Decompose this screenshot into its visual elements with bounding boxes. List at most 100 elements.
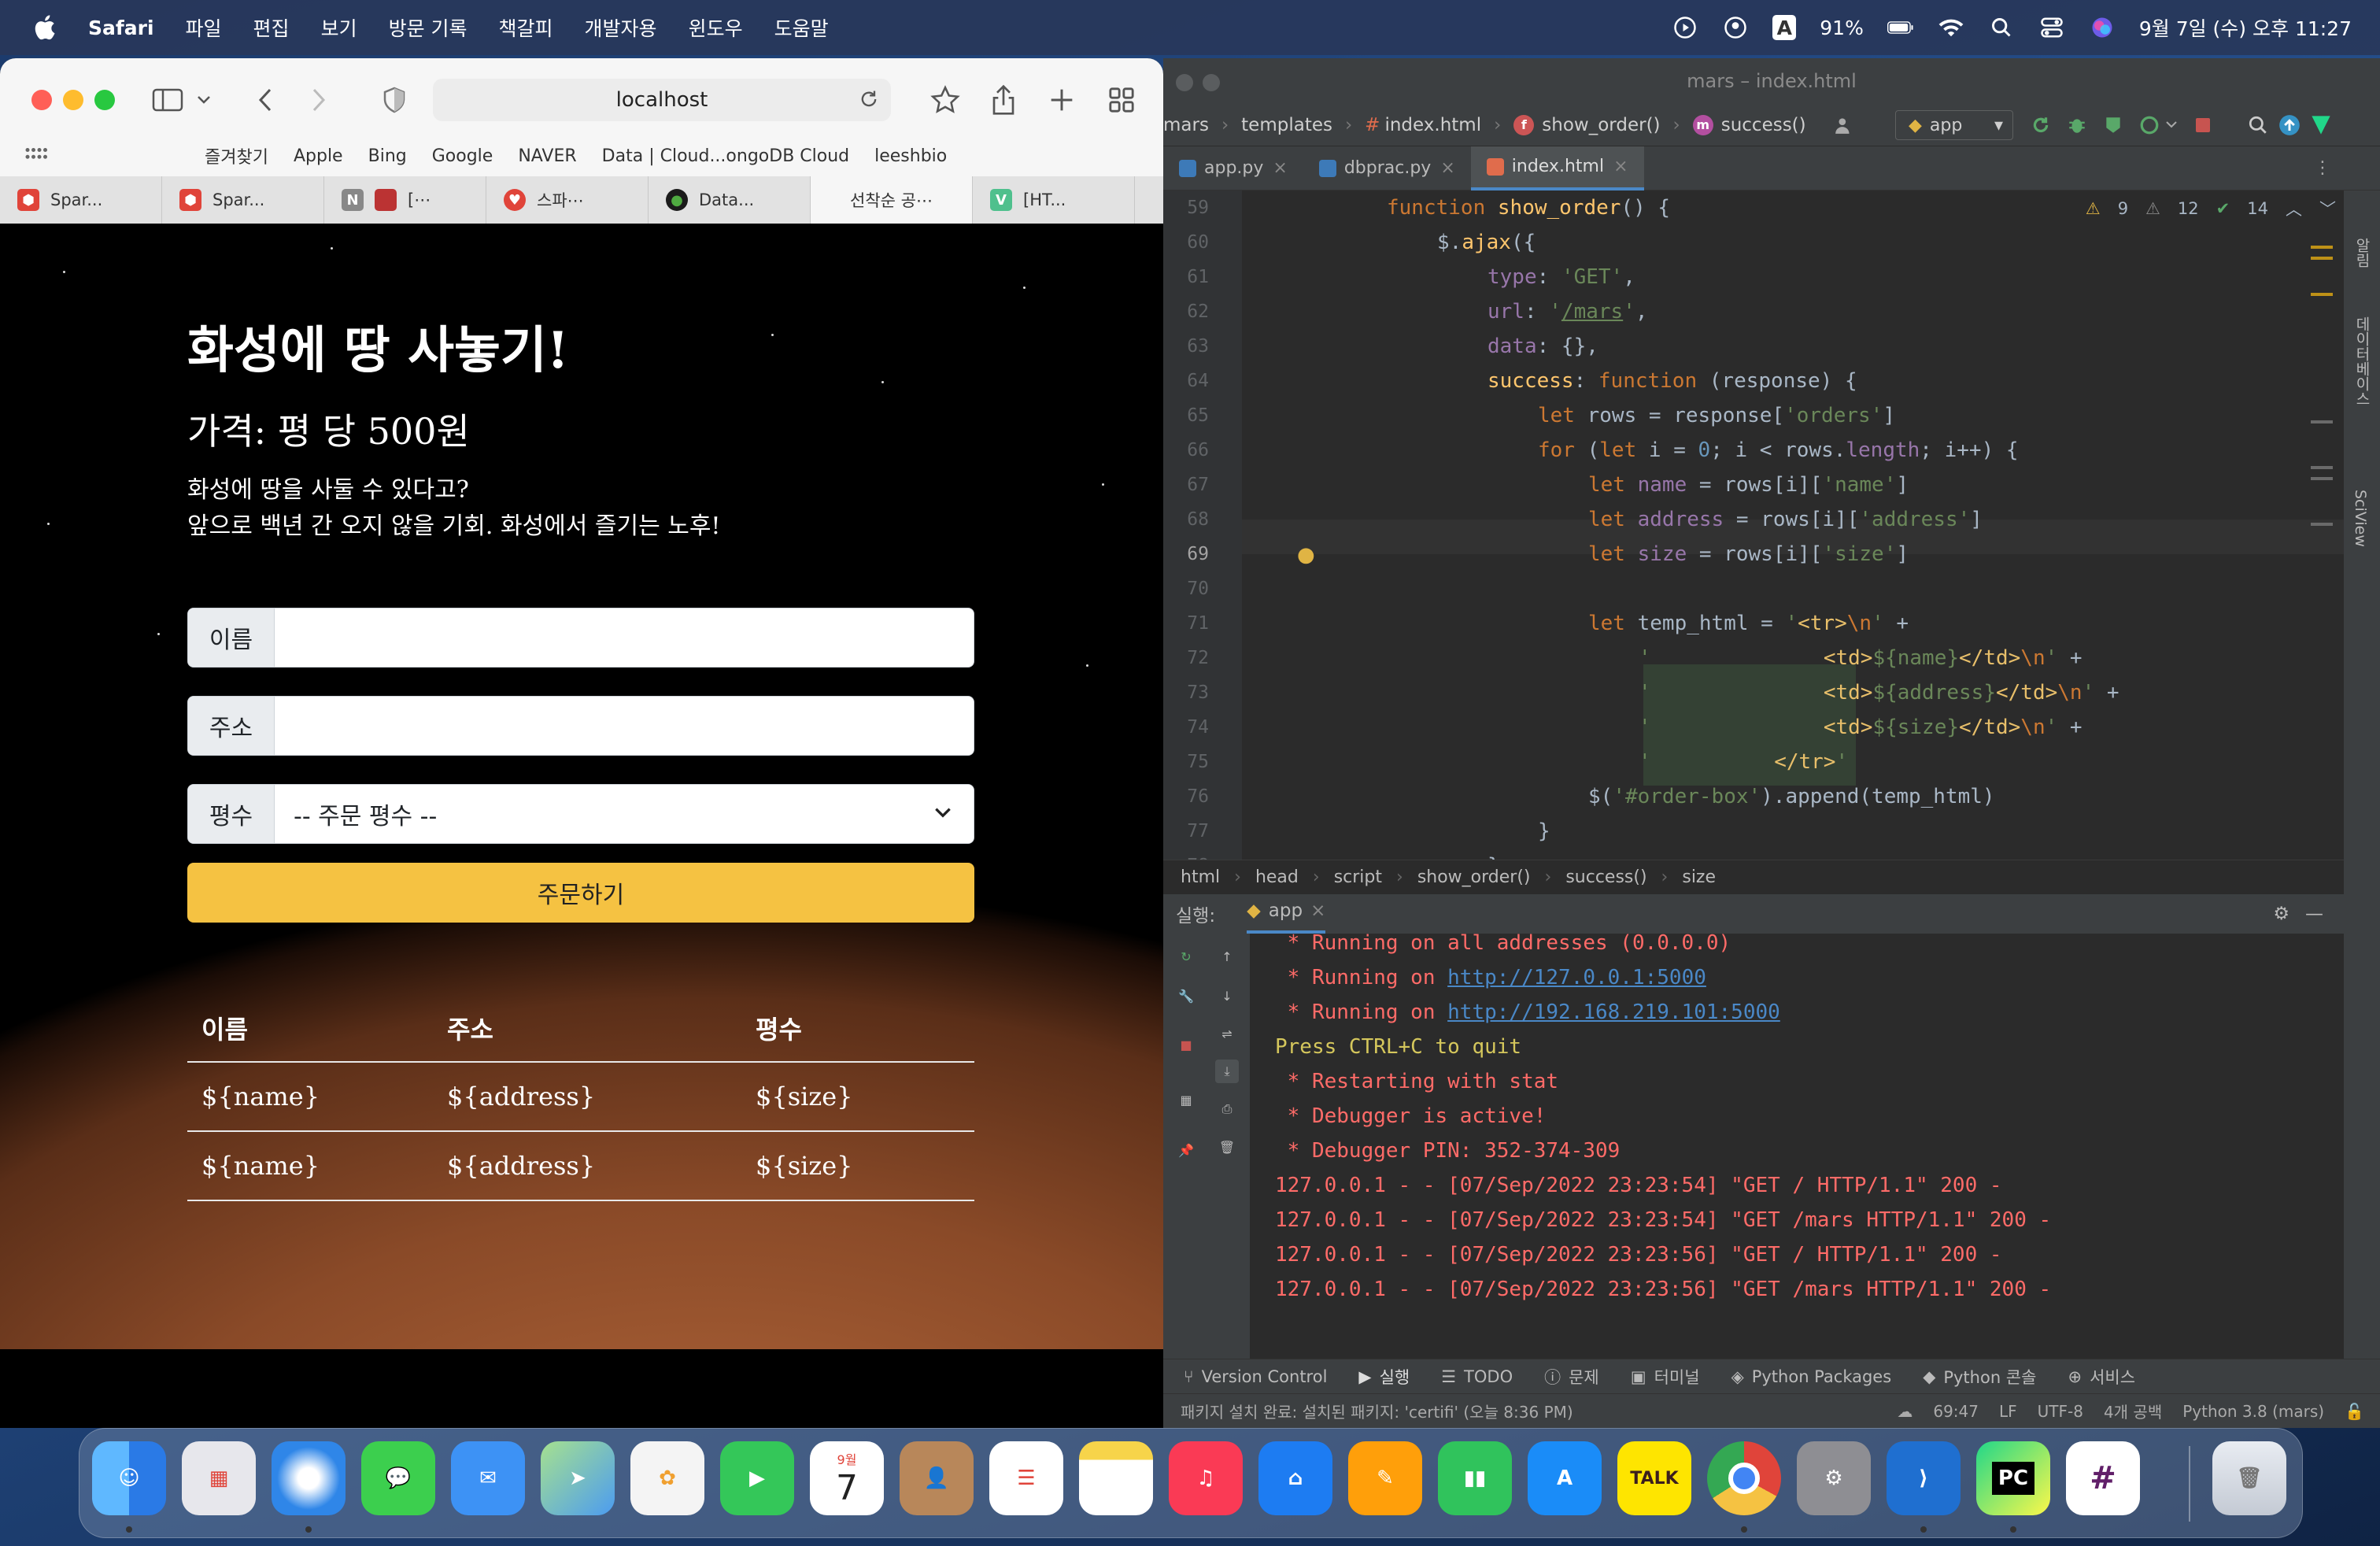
code-editor[interactable]: 59 60 61 62 63 64 65 66 67 68 69 70 71 7…: [1163, 190, 2344, 860]
input-source-icon[interactable]: A: [1772, 15, 1797, 40]
trash-icon[interactable]: 🗑: [1215, 1135, 1239, 1159]
address-bar[interactable]: localhost: [433, 79, 891, 121]
siri-icon[interactable]: [2089, 14, 2116, 41]
breadcrumb-item[interactable]: head: [1255, 867, 1299, 887]
browser-tab[interactable]: N [⋯: [324, 176, 486, 224]
stop-icon[interactable]: ■: [1174, 1033, 1198, 1056]
breadcrumb-item[interactable]: html: [1181, 867, 1220, 887]
browser-tab[interactable]: ⬢ Spar...: [0, 176, 162, 224]
photos-icon[interactable]: ✿: [630, 1441, 704, 1515]
back-arrow-icon[interactable]: [246, 80, 285, 120]
print-icon[interactable]: ⎙: [1215, 1097, 1239, 1121]
close-tab-icon[interactable]: ×: [1613, 157, 1628, 176]
nav-folder[interactable]: templates: [1241, 115, 1332, 135]
favorite-link[interactable]: Apple: [294, 146, 343, 166]
breadcrumb-item[interactable]: script: [1334, 867, 1382, 887]
contacts-icon[interactable]: 👤: [900, 1441, 974, 1515]
scroll-to-end-icon[interactable]: ⤓: [1215, 1060, 1239, 1083]
menu-help[interactable]: 도움말: [774, 13, 829, 42]
breadcrumb-item[interactable]: size: [1682, 867, 1716, 887]
terminal-tool-button[interactable]: ▣ 터미널: [1631, 1365, 1700, 1389]
minimize-panel-icon[interactable]: —: [2305, 904, 2323, 924]
order-button[interactable]: 주문하기: [187, 863, 974, 923]
privacy-shield-icon[interactable]: [375, 80, 414, 120]
sidebar-toggle-icon[interactable]: [148, 80, 187, 120]
slack-icon[interactable]: #: [2066, 1441, 2140, 1515]
jetbrains-icon[interactable]: [2309, 113, 2333, 137]
messages-icon[interactable]: 💬: [361, 1441, 435, 1515]
spotlight-search-icon[interactable]: [1988, 14, 2015, 41]
keynote-icon[interactable]: ⌂: [1258, 1441, 1332, 1515]
notifications-tool-button[interactable]: 알림: [2352, 238, 2373, 268]
caret-position[interactable]: 69:47: [1933, 1402, 1979, 1421]
browser-tab[interactable]: ♥ 스파⋯: [486, 176, 649, 224]
menu-develop[interactable]: 개발자용: [585, 13, 657, 42]
menu-file[interactable]: 파일: [186, 13, 222, 42]
app-store-icon[interactable]: A: [1528, 1441, 1602, 1515]
zoom-window-button[interactable]: [94, 90, 115, 110]
pin-icon[interactable]: 📌: [1174, 1138, 1198, 1162]
console-link[interactable]: http://127.0.0.1:5000: [1447, 966, 1706, 989]
services-tool-button[interactable]: ⊕ 서비스: [2068, 1365, 2135, 1389]
python-console-tool-button[interactable]: ◆ Python 콘솔: [1923, 1365, 2036, 1389]
database-tool-button[interactable]: 데이터베이스: [2352, 316, 2373, 406]
update-icon[interactable]: [2278, 113, 2301, 137]
lightbulb-icon[interactable]: ●: [1297, 543, 1315, 567]
rerun-icon[interactable]: ↻: [1174, 945, 1198, 968]
arrow-up-icon[interactable]: ↑: [1215, 945, 1239, 968]
favorite-link[interactable]: 즐겨찾기: [205, 143, 268, 168]
indent-setting[interactable]: 4개 공백: [2104, 1400, 2162, 1422]
close-tab-icon[interactable]: ×: [1310, 901, 1325, 921]
browser-tab[interactable]: ⬢ Spar...: [162, 176, 324, 224]
breadcrumb-item[interactable]: success(): [1565, 867, 1646, 887]
run-console[interactable]: ↻ ↑ 🔧 ↓ ⇌ ■ ⤓ ▦ ⎙ 📌 🗑 * Running on all a…: [1163, 931, 2344, 1359]
favorite-link[interactable]: Bing: [368, 146, 407, 166]
debug-bug-icon[interactable]: [2065, 113, 2089, 137]
stop-icon[interactable]: [2191, 113, 2215, 137]
breadcrumb-item[interactable]: show_order(): [1417, 867, 1531, 887]
layout-icon[interactable]: ▦: [1174, 1088, 1198, 1111]
chevron-down-icon[interactable]: [2164, 113, 2179, 137]
maps-icon[interactable]: ➤: [541, 1441, 615, 1515]
finder-icon[interactable]: ☺: [92, 1441, 166, 1515]
editor-tab-active[interactable]: index.html ×: [1470, 146, 1644, 190]
inspection-widget[interactable]: ⚠ 9 ⚠ 12 ✔ 14 ︿ ﹀: [2086, 197, 2336, 220]
close-window-button[interactable]: [1176, 74, 1193, 91]
lock-icon[interactable]: 🔓: [2345, 1402, 2364, 1421]
editor-tab[interactable]: dbprac.py ×: [1303, 146, 1471, 190]
browser-tab-active[interactable]: 선착순 공⋯: [811, 176, 973, 224]
profile-icon[interactable]: [2138, 113, 2161, 137]
size-select[interactable]: -- 주문 평수 --: [275, 785, 974, 843]
calendar-icon[interactable]: 9월 7: [810, 1441, 884, 1515]
run-tool-button[interactable]: ▶ 실행: [1358, 1365, 1410, 1389]
chevron-down-icon[interactable]: ﹀: [2319, 197, 2336, 220]
pages-icon[interactable]: ✎: [1348, 1441, 1422, 1515]
reload-icon[interactable]: [858, 88, 880, 116]
python-packages-tool-button[interactable]: ◈ Python Packages: [1731, 1367, 1892, 1386]
soft-wrap-icon[interactable]: ⇌: [1215, 1022, 1239, 1045]
chevron-down-icon[interactable]: [192, 80, 216, 120]
more-options-icon[interactable]: ⋮: [2314, 158, 2331, 178]
browser-tab[interactable]: V [HT...: [973, 176, 1135, 224]
chevron-up-icon[interactable]: ︿: [2286, 197, 2302, 220]
nav-function[interactable]: f show_order(): [1513, 114, 1661, 135]
menu-app-name[interactable]: Safari: [88, 17, 154, 39]
safari-icon[interactable]: ✦: [272, 1441, 346, 1515]
status-message[interactable]: 패키지 설치 완료: 설치된 패키지: 'certifi' (오늘 8:36 P…: [1181, 1400, 1573, 1422]
pycharm-icon[interactable]: PC: [1976, 1441, 2050, 1515]
gear-icon[interactable]: ⚙: [2273, 904, 2289, 924]
trash-icon[interactable]: 🗑: [2212, 1441, 2286, 1515]
control-center-icon[interactable]: [2038, 14, 2065, 41]
notes-icon[interactable]: [1079, 1441, 1153, 1515]
play-icon[interactable]: [1672, 14, 1698, 41]
numbers-icon[interactable]: ▮▮: [1438, 1441, 1512, 1515]
nav-method[interactable]: m success(): [1692, 114, 1806, 135]
browser-tab[interactable]: ● Data...: [649, 176, 811, 224]
favorite-link[interactable]: NAVER: [518, 146, 576, 166]
coverage-icon[interactable]: [2101, 113, 2125, 137]
clock[interactable]: 9월 7일 (수) 오후 11:27: [2139, 13, 2352, 42]
vscode-icon[interactable]: ⟩: [1887, 1441, 1961, 1515]
kakaotalk-icon[interactable]: TALK: [1617, 1441, 1691, 1515]
chevron-down-icon[interactable]: [933, 802, 953, 826]
sciview-tool-button[interactable]: SciView: [2352, 490, 2369, 547]
